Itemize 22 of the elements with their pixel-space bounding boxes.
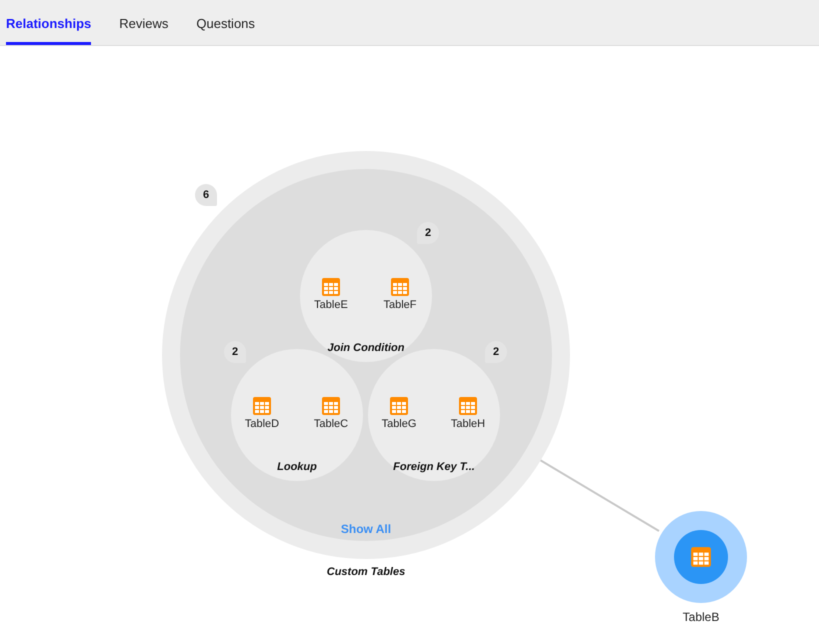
table-name: TableH	[450, 418, 486, 430]
table-icon	[321, 396, 341, 416]
tab[interactable]: Questions	[196, 0, 255, 45]
tab[interactable]: Relationships	[6, 0, 92, 45]
table-name: TableD	[244, 418, 280, 430]
table-name: TableC	[314, 418, 348, 430]
table-icon	[390, 277, 410, 297]
count-badge: 6	[195, 184, 217, 206]
subgroup-label: Lookup	[277, 461, 317, 473]
subgroup-label: Foreign Key T...	[393, 461, 475, 473]
table-name: TableF	[383, 299, 417, 311]
table-icon	[252, 396, 272, 416]
table-name: TableB	[682, 610, 720, 624]
tab[interactable]: Reviews	[119, 0, 168, 45]
table-name: TableE	[314, 299, 348, 311]
table-icon	[690, 546, 712, 568]
group-label: Custom Tables	[326, 566, 406, 578]
table-icon	[458, 396, 478, 416]
table-icon	[321, 277, 341, 297]
table-name: TableG	[382, 418, 416, 430]
table-icon	[389, 396, 409, 416]
subgroup-label: Join Condition	[328, 342, 404, 354]
